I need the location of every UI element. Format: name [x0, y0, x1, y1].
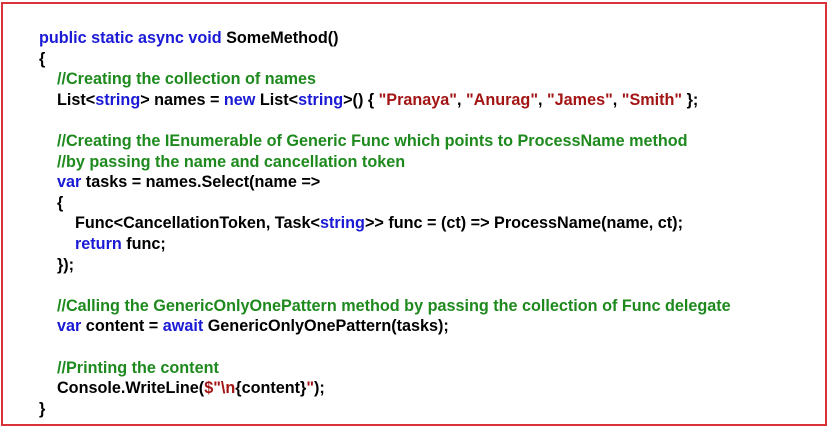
code-token: tasks = names.Select(name =>	[81, 173, 321, 192]
code-line: });	[39, 255, 731, 276]
code-token: ,	[538, 90, 547, 109]
keyword-token: string	[319, 214, 365, 233]
comment-token: //by passing the name and cancellation t…	[39, 152, 406, 171]
code-line: List<string> names = new List<string>() …	[39, 90, 731, 111]
string-token: $"\n	[204, 379, 236, 398]
code-line: //Creating the IEnumerable of Generic Fu…	[39, 131, 731, 152]
keyword-token: string	[95, 90, 141, 109]
code-token: }	[39, 399, 46, 418]
code-token: {content}	[235, 379, 307, 398]
code-token: Console.WriteLine(	[39, 379, 205, 398]
code-token: };	[682, 90, 699, 109]
code-line: public static async void SomeMethod()	[39, 28, 731, 49]
code-line: var tasks = names.Select(name =>	[39, 172, 731, 193]
code-line: Func<CancellationToken, Task<string>> fu…	[39, 213, 731, 234]
keyword-token: return	[74, 234, 122, 253]
code-line: var content = await GenericOnlyOnePatter…	[39, 316, 731, 337]
comment-token: //Creating the collection of names	[39, 70, 317, 89]
keyword-token: string	[298, 90, 344, 109]
code-token: > names =	[140, 90, 224, 109]
code-token: GenericOnlyOnePattern(tasks);	[203, 317, 449, 336]
code-line: {	[39, 193, 731, 214]
code-token: {	[39, 49, 46, 68]
code-line: Console.WriteLine($"\n{content}");	[39, 378, 731, 399]
code-token: >() {	[343, 90, 379, 109]
code-token: Func<CancellationToken, Task<	[39, 214, 320, 233]
code-token: ,	[612, 90, 622, 109]
code-line: }	[39, 399, 731, 420]
code-line: //Creating the collection of names	[39, 69, 731, 90]
comment-token: //Creating the IEnumerable of Generic Fu…	[39, 131, 688, 150]
string-token: "James"	[547, 90, 613, 109]
code-line: //by passing the name and cancellation t…	[39, 152, 731, 173]
code-token: );	[314, 379, 325, 398]
code-line: return func;	[39, 234, 731, 255]
keyword-token: var	[57, 317, 82, 336]
code-token: {	[39, 193, 64, 212]
string-token: "Smith"	[621, 90, 683, 109]
code-token: SomeMethod()	[221, 29, 339, 47]
code-token: ,	[456, 90, 466, 109]
code-line: //Printing the content	[39, 358, 731, 379]
code-token: >> func = (ct) => ProcessName(name, ct);	[364, 214, 683, 233]
code-token: content =	[81, 317, 163, 336]
code-block: public static async void SomeMethod(){ /…	[39, 28, 731, 419]
code-token: func;	[121, 234, 166, 253]
code-token: List<	[255, 90, 299, 109]
keyword-token: await	[162, 317, 204, 336]
keyword-token: new	[223, 90, 256, 109]
comment-token: //Printing the content	[39, 358, 219, 377]
comment-token: //Calling the GenericOnlyOnePattern meth…	[39, 296, 731, 315]
string-token: "Anurag"	[465, 90, 538, 109]
string-token: "Pranaya"	[378, 90, 457, 109]
keyword-token: public static async void	[39, 29, 222, 47]
keyword-token: var	[57, 173, 82, 192]
code-token: List<	[39, 90, 96, 109]
code-frame: public static async void SomeMethod(){ /…	[1, 2, 827, 426]
string-token: "	[306, 379, 315, 398]
code-token: });	[39, 255, 75, 274]
code-line: {	[39, 49, 731, 70]
code-line: //Calling the GenericOnlyOnePattern meth…	[39, 296, 731, 317]
